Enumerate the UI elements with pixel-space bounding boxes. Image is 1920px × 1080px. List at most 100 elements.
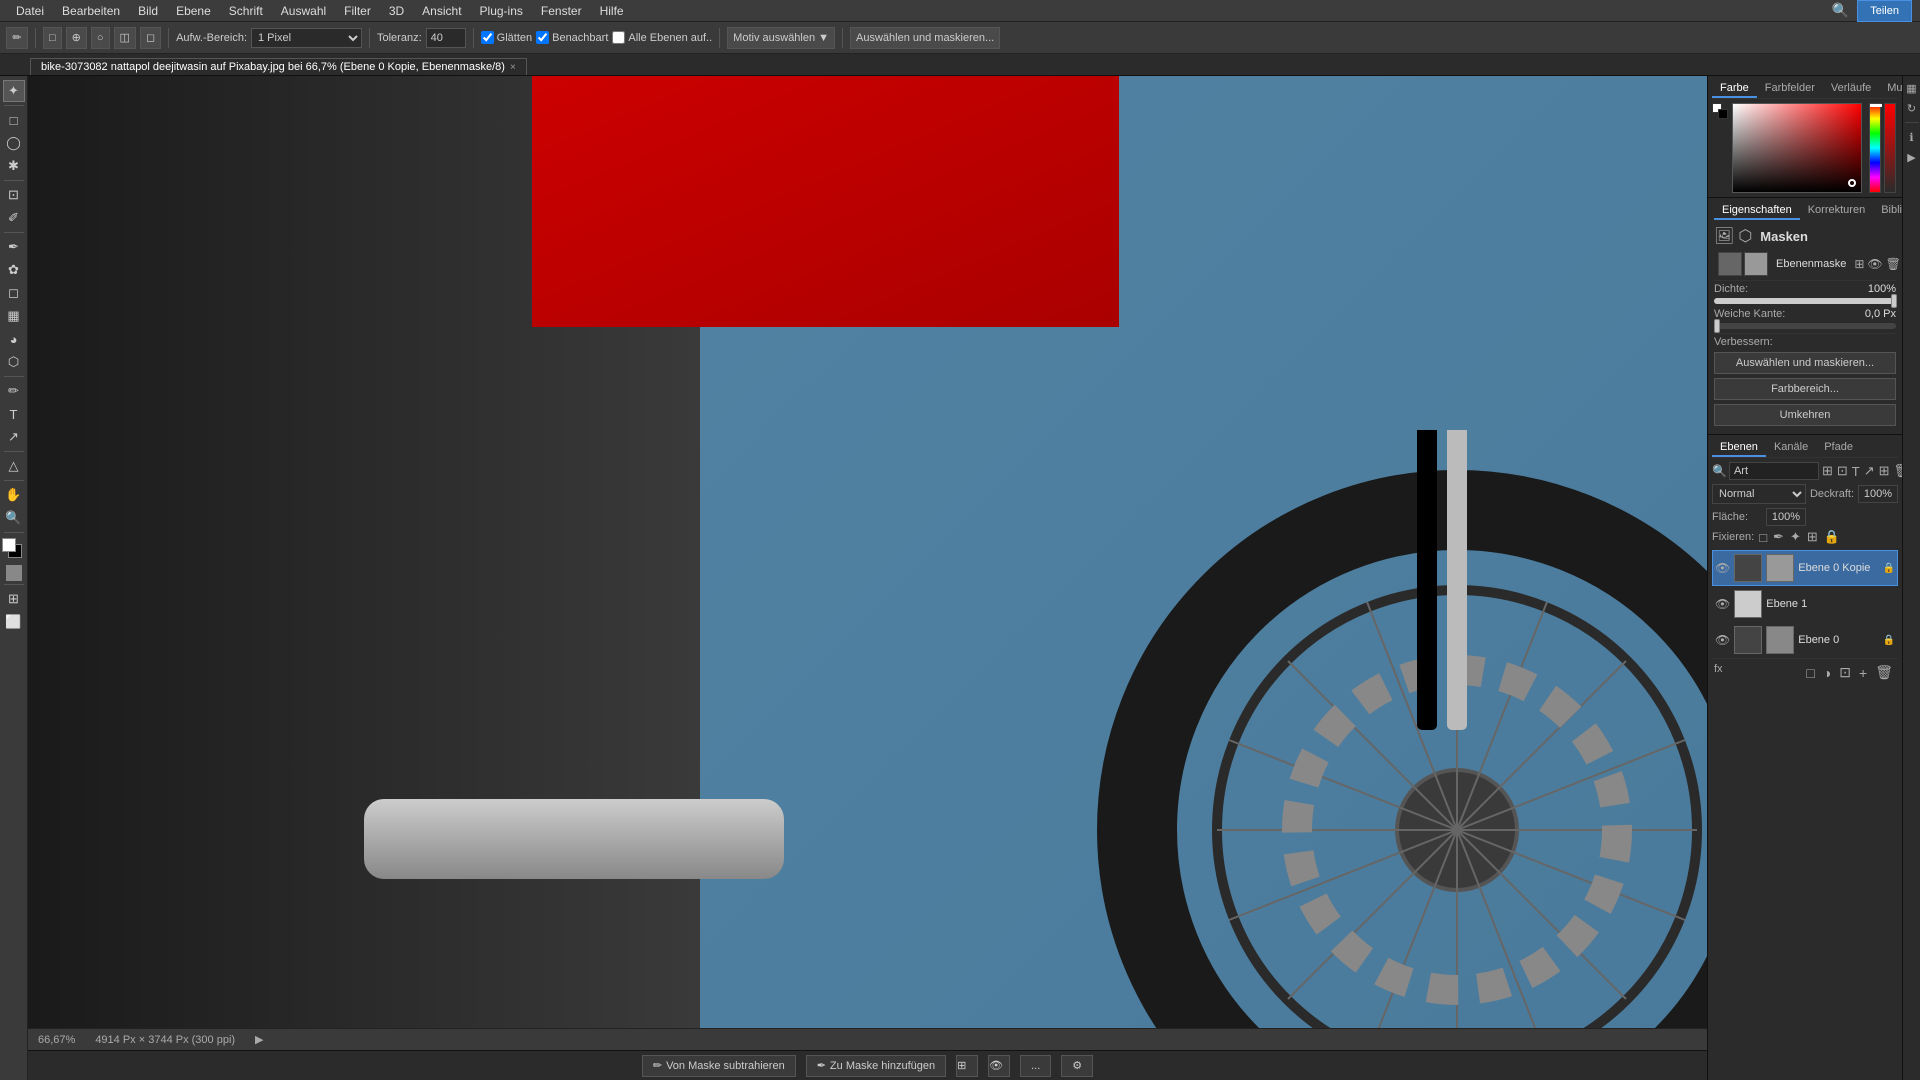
tab-eigenschaften[interactable]: Eigenschaften: [1714, 202, 1800, 220]
menu-bearbeiten[interactable]: Bearbeiten: [54, 2, 128, 20]
lock-transparent-btn[interactable]: □: [1758, 529, 1768, 546]
menu-bild[interactable]: Bild: [130, 2, 166, 20]
benachbart-checkbox[interactable]: [536, 31, 549, 44]
lock-position-btn[interactable]: ✦: [1789, 528, 1802, 546]
layers-more-btn[interactable]: ⊞: [1878, 462, 1891, 480]
tolerance-input[interactable]: [426, 28, 466, 48]
tab-farbfelder[interactable]: Farbfelder: [1757, 80, 1823, 98]
tool-dodge[interactable]: ⬡: [3, 351, 25, 373]
tab-kanaele[interactable]: Kanäle: [1766, 439, 1816, 457]
subtract-mask-button[interactable]: ✏ Von Maske subtrahieren: [642, 1055, 796, 1077]
motiv-select-button[interactable]: Motiv auswählen ▼: [727, 27, 835, 49]
color-gradient[interactable]: [1732, 103, 1862, 193]
menu-ansicht[interactable]: Ansicht: [414, 2, 469, 20]
bg-color-swatch[interactable]: [1718, 109, 1728, 119]
tool-select-rect[interactable]: □: [3, 109, 25, 131]
add-mask-footer-btn[interactable]: □: [1803, 663, 1817, 682]
masken-label[interactable]: Masken: [1760, 229, 1808, 244]
mask-settings-btn[interactable]: ⚙: [1061, 1055, 1093, 1077]
tool-mode-brush[interactable]: ⊕: [66, 27, 87, 49]
tab-close-button[interactable]: ×: [510, 62, 516, 73]
tool-zoom[interactable]: 🔍: [3, 507, 25, 529]
add-group-footer-btn[interactable]: ⊡: [1836, 663, 1854, 682]
tab-ebenen[interactable]: Ebenen: [1712, 439, 1766, 457]
tab-bibliotheken[interactable]: Bibliotheken: [1873, 202, 1902, 220]
blend-mode-select[interactable]: Normal Multiplizieren Aufhellen: [1712, 484, 1806, 504]
glatten-checkbox[interactable]: [481, 31, 494, 44]
add-mask-button[interactable]: ✒ Zu Maske hinzufügen: [806, 1055, 946, 1077]
layer-eye-0kopie[interactable]: 👁: [1715, 561, 1730, 575]
vector-icon[interactable]: ⬡: [1738, 226, 1752, 246]
foreground-swatch[interactable]: [2, 538, 16, 552]
alpha-slider[interactable]: [1884, 103, 1896, 193]
quick-mask-btn[interactable]: [6, 565, 22, 581]
auswaehlen-maskieren-button[interactable]: Auswählen und maskieren...: [850, 27, 1000, 49]
tool-blur[interactable]: ◕: [3, 328, 25, 350]
tool-brush[interactable]: ✒: [3, 236, 25, 258]
tab-korrekturen[interactable]: Korrekturen: [1800, 202, 1873, 220]
status-arrow[interactable]: ▶: [255, 1033, 263, 1046]
menu-fenster[interactable]: Fenster: [533, 2, 590, 20]
auswaehlen-maskieren-prop-button[interactable]: Auswählen und maskieren...: [1714, 352, 1896, 374]
right-color-icon[interactable]: ▦: [1904, 80, 1920, 96]
tool-shape[interactable]: △: [3, 455, 25, 477]
share-button[interactable]: Teilen: [1857, 0, 1912, 22]
lock-pixels-btn[interactable]: ✒: [1772, 528, 1785, 546]
tab-pfade[interactable]: Pfade: [1816, 439, 1861, 457]
layers-filter-kind-btn[interactable]: ⊞: [1821, 462, 1834, 480]
tool-path-select[interactable]: ↗: [3, 426, 25, 448]
document-tab[interactable]: bike-3073082 nattapol deejitwasin auf Pi…: [30, 58, 527, 75]
mask-visibility-icon[interactable]: 👁: [1867, 257, 1882, 271]
layers-trash-btn[interactable]: 🗑: [1893, 462, 1902, 480]
alle-ebenen-checkbox[interactable]: [612, 31, 625, 44]
tool-mode-magic[interactable]: ◫: [114, 27, 136, 49]
tool-move[interactable]: ✦: [3, 80, 25, 102]
layers-new-adjustment-btn[interactable]: T: [1851, 463, 1861, 480]
image-icon[interactable]: 🖼: [1714, 226, 1734, 246]
umkehren-button[interactable]: Umkehren: [1714, 404, 1896, 426]
tab-farbe[interactable]: Farbe: [1712, 80, 1757, 98]
flache-input[interactable]: [1766, 508, 1806, 526]
tool-crop[interactable]: ⊡: [3, 184, 25, 206]
tool-hand[interactable]: ✋: [3, 484, 25, 506]
menu-hilfe[interactable]: Hilfe: [592, 2, 632, 20]
new-layer-btn[interactable]: +: [1856, 663, 1870, 682]
tab-verlaeufe[interactable]: Verläufe: [1823, 80, 1879, 98]
tool-gradient[interactable]: ▦: [3, 305, 25, 327]
tool-eraser[interactable]: ◻: [3, 282, 25, 304]
add-adjustment-footer-btn[interactable]: ◑: [1820, 663, 1834, 682]
mask-link-icon[interactable]: ⊞: [1854, 257, 1864, 271]
dichte-slider[interactable]: [1714, 298, 1896, 304]
tool-eyedropper[interactable]: ✐: [3, 207, 25, 229]
deckraft-input[interactable]: [1858, 485, 1898, 503]
tool-magic-wand[interactable]: ✱: [3, 155, 25, 177]
menu-ebene[interactable]: Ebene: [168, 2, 219, 20]
farbbereich-button[interactable]: Farbbereich...: [1714, 378, 1896, 400]
menu-3d[interactable]: 3D: [381, 2, 412, 20]
tool-clone[interactable]: ✿: [3, 259, 25, 281]
search-icon[interactable]: 🔍: [1826, 2, 1855, 19]
layer-item-ebene1[interactable]: 👁 Ebene 1: [1712, 586, 1898, 622]
tool-text[interactable]: T: [3, 403, 25, 425]
weiche-kante-slider[interactable]: [1714, 323, 1896, 329]
layer-item-ebene0-kopie[interactable]: 👁 Ebene 0 Kopie 🔒: [1712, 550, 1898, 586]
lock-artboard-btn[interactable]: ⊞: [1806, 528, 1819, 546]
tool-mode-lasso[interactable]: ○: [91, 27, 110, 49]
layers-filter-on-btn[interactable]: ↗: [1863, 462, 1876, 480]
layers-search-input[interactable]: [1729, 462, 1819, 480]
mask-more-btn[interactable]: ...: [1020, 1055, 1051, 1077]
tool-pen[interactable]: ✏: [3, 380, 25, 402]
menu-filter[interactable]: Filter: [336, 2, 379, 20]
mask-delete-icon[interactable]: 🗑: [1886, 257, 1901, 271]
right-action-icon[interactable]: ▶: [1904, 149, 1920, 165]
tool-mode-rect[interactable]: □: [43, 27, 62, 49]
layer-eye-0[interactable]: 👁: [1715, 633, 1730, 647]
tab-muster[interactable]: Muster: [1879, 80, 1902, 98]
layer-eye-1[interactable]: 👁: [1715, 597, 1730, 611]
layers-new-group-btn[interactable]: ⊡: [1836, 462, 1849, 480]
tool-mode-quick[interactable]: ◻: [140, 27, 161, 49]
mode-select[interactable]: 1 Pixel Festes Verhältnis Feste Größe: [251, 28, 362, 48]
menu-auswahl[interactable]: Auswahl: [273, 2, 334, 20]
menu-schrift[interactable]: Schrift: [221, 2, 271, 20]
menu-datei[interactable]: Datei: [8, 2, 52, 20]
